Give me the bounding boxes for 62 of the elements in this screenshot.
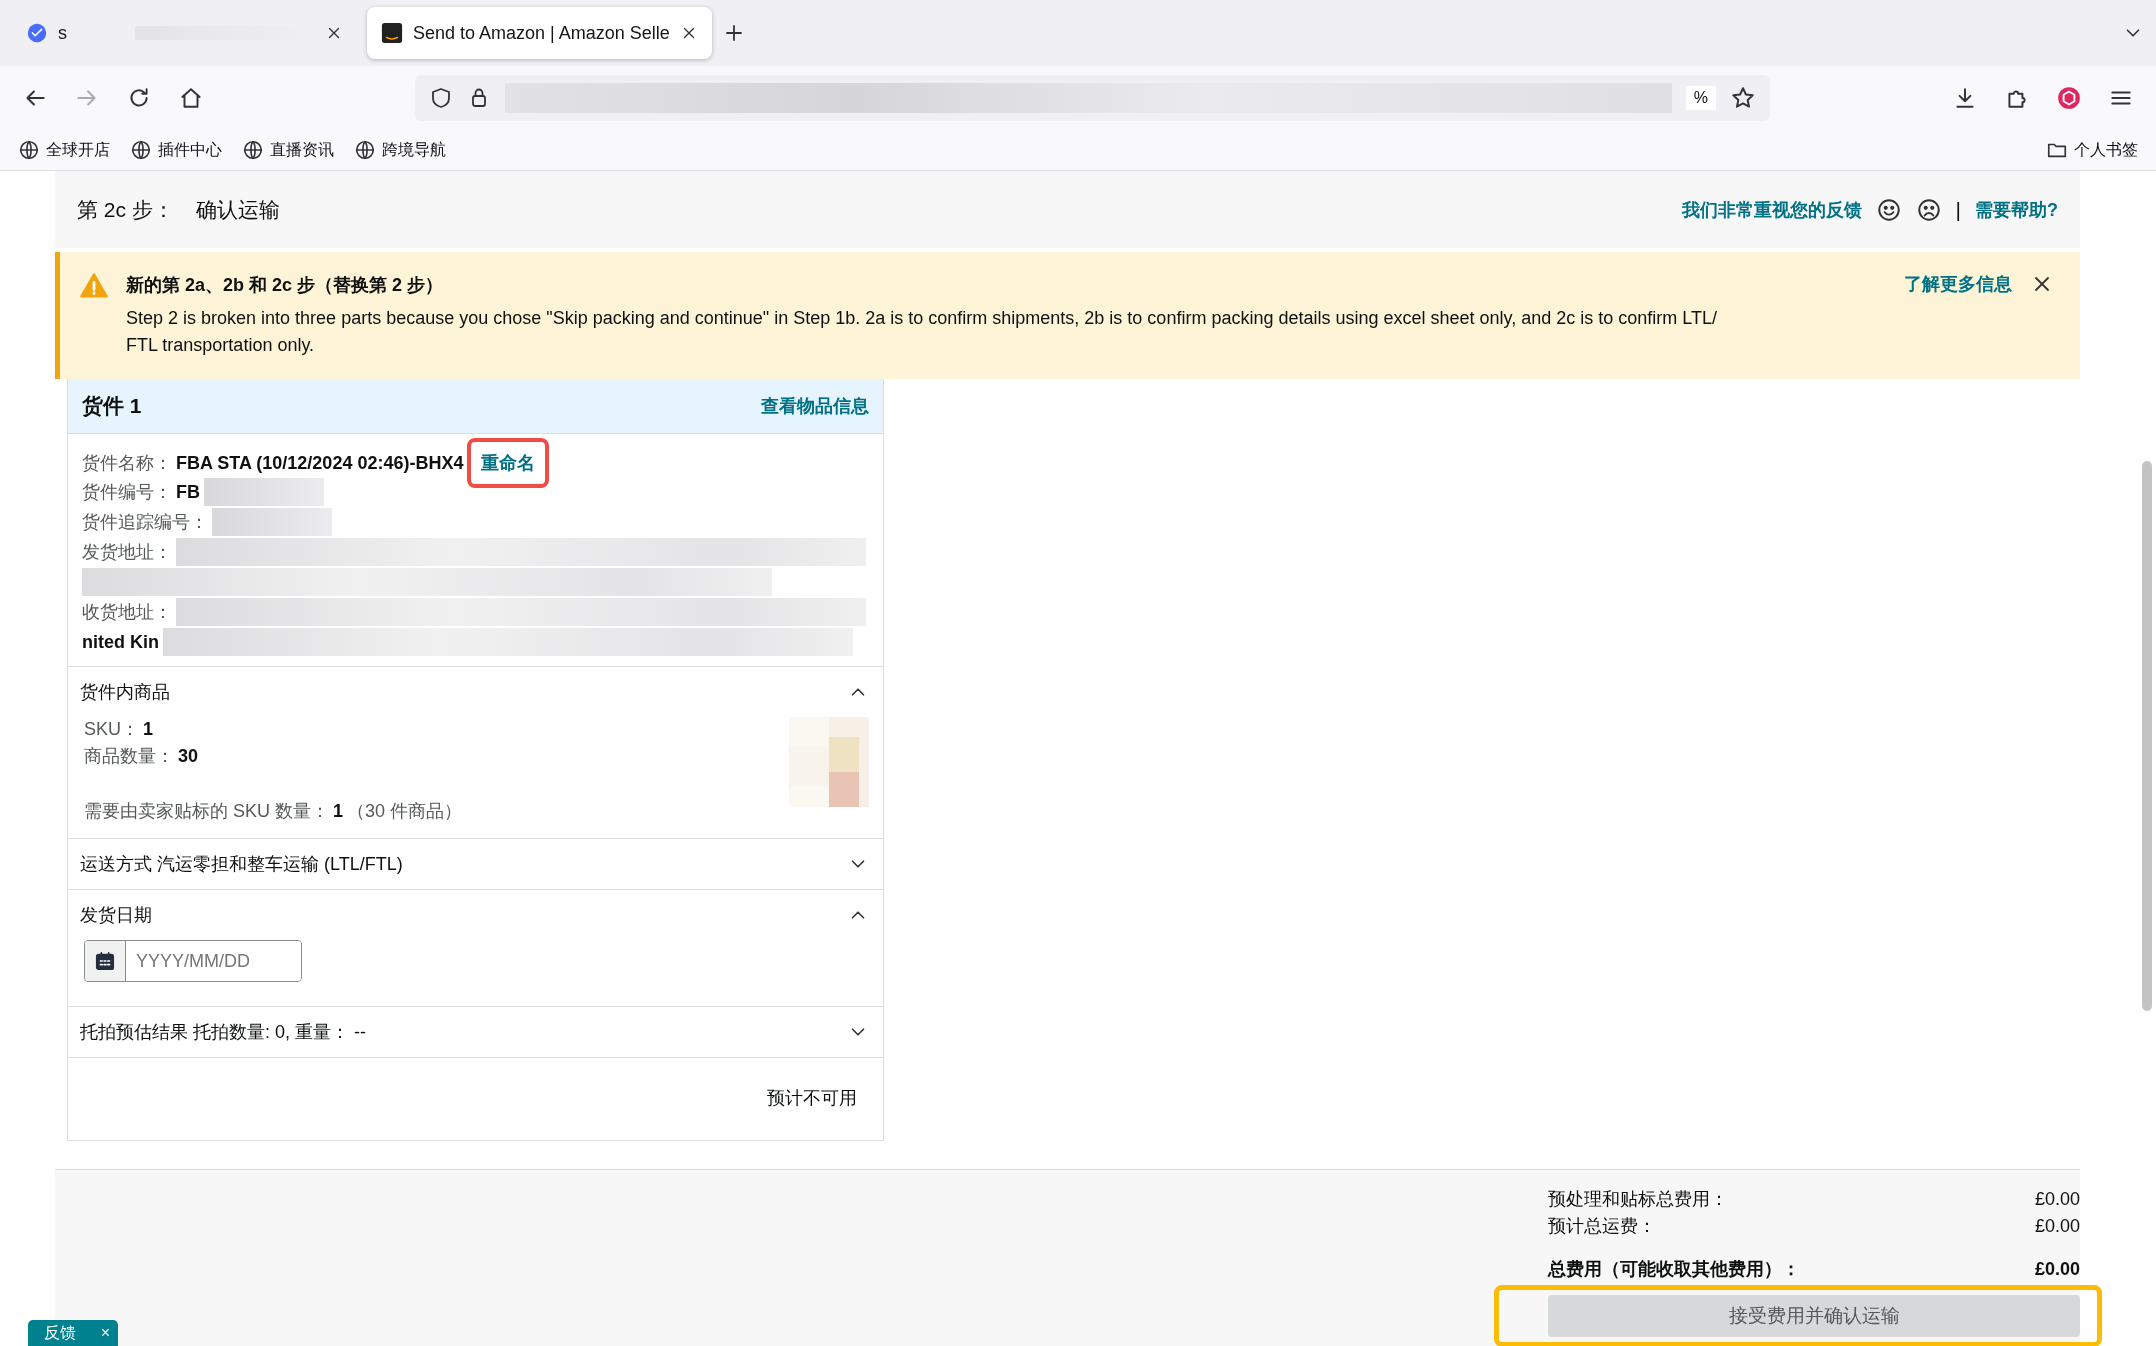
help-link[interactable]: 需要帮助?: [1975, 197, 2058, 222]
separator: |: [1955, 197, 1961, 222]
globe-icon: [242, 139, 264, 161]
close-button[interactable]: ×: [100, 1324, 110, 1342]
field-label: 商品数量：: [84, 745, 174, 768]
section-header[interactable]: 发货日期: [68, 890, 883, 940]
frown-icon[interactable]: [1915, 196, 1942, 223]
browser-tab[interactable]: Send to Amazon | Amazon Selle: [367, 7, 712, 59]
step-label: 第 2c 步：: [77, 196, 174, 223]
address-bar[interactable]: %: [415, 75, 1770, 121]
globe-icon: [18, 139, 40, 161]
estimate-text: 预计不可用: [767, 1087, 857, 1110]
field-value: 30: [178, 745, 199, 768]
rename-link[interactable]: 重命名: [467, 438, 550, 488]
section-header[interactable]: 运送方式 汽运零担和整车运输 (LTL/FTL): [68, 839, 883, 889]
shipment-title: 货件 1: [82, 393, 142, 419]
bookmark-item[interactable]: 全球开店: [18, 139, 110, 161]
field-value: 1: [143, 718, 154, 741]
banner-message: Step 2 is broken into three parts because you chose "Skip packing and continue" in Step 1b. 2a is to confirm shipments, 2b is to confirm packing details using excel sheet only, and 2c is to confirm LTL/ FTL transportation only.: [126, 307, 1718, 357]
scrollbar[interactable]: [2142, 461, 2152, 1011]
amazon-logo-icon: [381, 22, 403, 44]
feedback-link[interactable]: 我们非常重视您的反馈: [1681, 197, 1862, 222]
fee-amount: £0.00: [2034, 1258, 2080, 1281]
fee-amount: £0.00: [2034, 1215, 2080, 1238]
calendar-icon[interactable]: [94, 950, 116, 972]
field-value: 1: [333, 800, 344, 823]
globe-icon: [130, 139, 152, 161]
bookmark-item[interactable]: 跨境导航: [354, 139, 446, 161]
fee-amount: £0.00: [2034, 1188, 2080, 1211]
browser-tab[interactable]: s: [12, 7, 357, 59]
globe-icon: [354, 139, 376, 161]
field-label: 货件名称：: [82, 452, 172, 475]
warning-icon: [80, 272, 108, 300]
field-label: 货件编号：: [82, 481, 172, 504]
fee-label: 总费用（可能收取其他费用）：: [1548, 1258, 1800, 1281]
bookmark-star-icon[interactable]: [1730, 85, 1756, 111]
field-label: 货件追踪编号：: [82, 511, 208, 534]
learn-more-link[interactable]: 了解更多信息: [1904, 272, 2012, 359]
field-value: nited Kin: [82, 631, 159, 654]
shield-icon: [429, 86, 453, 110]
field-label: 收货地址：: [82, 601, 172, 624]
field-label: 发货地址：: [82, 541, 172, 564]
smile-icon[interactable]: [1875, 196, 1902, 223]
bookmark-folder[interactable]: 个人书签: [2046, 139, 2138, 161]
field-note: （30 件商品）: [347, 800, 463, 823]
bookmark-item[interactable]: 插件中心: [130, 139, 222, 161]
field-value: FBA STA (10/12/2024 02:46)-BHX4: [176, 452, 464, 475]
banner-title: 新的第 2a、2b 和 2c 步（替换第 2 步）: [126, 274, 445, 297]
field-label: 需要由卖家贴标的 SKU 数量：: [84, 800, 329, 823]
section-header[interactable]: 货件内商品: [68, 667, 883, 717]
fee-label: 预计总运费：: [1548, 1215, 1656, 1238]
step-title: 确认运输: [195, 196, 280, 223]
feedback-tab[interactable]: 反馈 ×: [28, 1320, 118, 1346]
field-label: SKU：: [84, 718, 139, 741]
extension-icon[interactable]: [2056, 85, 2082, 111]
fee-label: 预处理和贴标总费用：: [1548, 1188, 1728, 1211]
field-value: FB: [176, 481, 200, 504]
view-items-link[interactable]: 查看物品信息: [761, 394, 869, 418]
date-field[interactable]: YYYY/MM/DD: [84, 940, 302, 982]
site-icon: [26, 22, 48, 44]
section-header[interactable]: 托拍预估结果 托拍数量: 0, 重量： --: [68, 1007, 883, 1057]
bookmark-item[interactable]: 直播资讯: [242, 139, 334, 161]
